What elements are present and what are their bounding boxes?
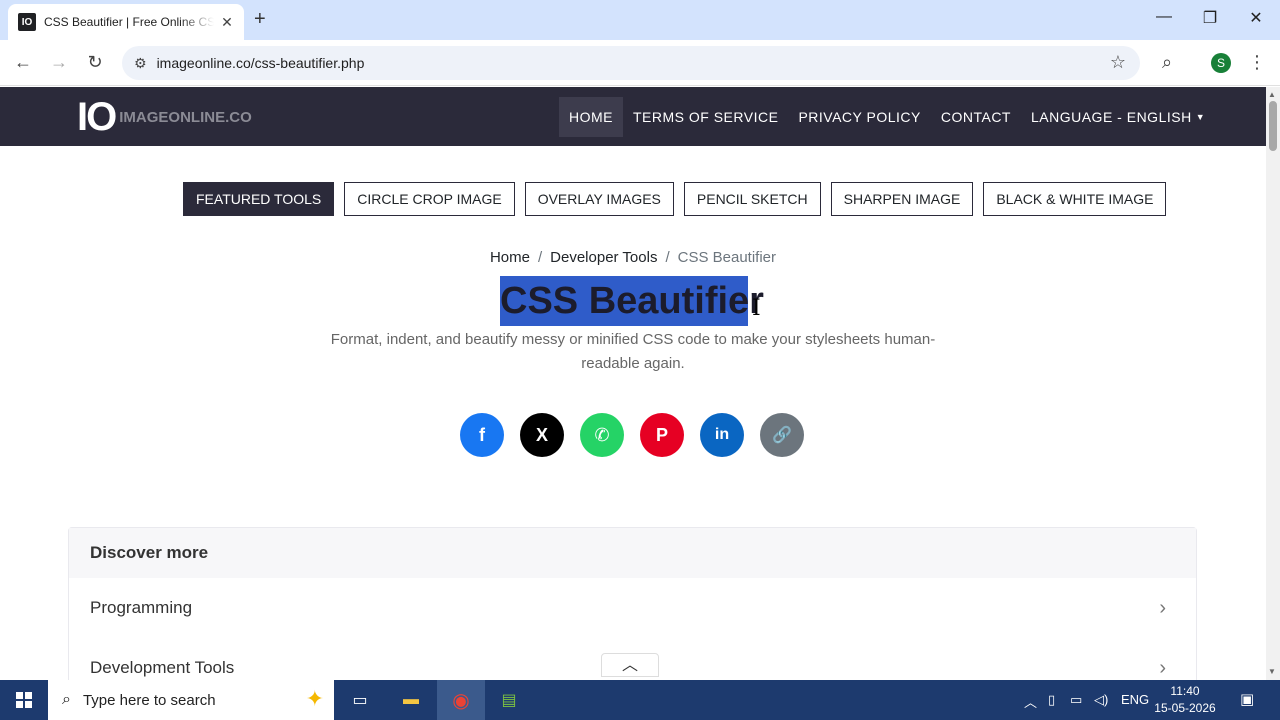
- browser-tab-strip: IO CSS Beautifier | Free Online CSS Beau…: [0, 0, 1280, 40]
- tablet-icon[interactable]: ▯: [1048, 692, 1055, 708]
- task-view-icon[interactable]: ▭: [348, 688, 372, 712]
- browser-menu-icon[interactable]: ⋮: [1246, 52, 1268, 73]
- main-nav: HOME TERMS OF SERVICE PRIVACY POLICY CON…: [559, 97, 1215, 137]
- breadcrumb-developer-tools[interactable]: Developer Tools: [550, 249, 657, 266]
- nav-home[interactable]: HOME: [559, 97, 623, 137]
- breadcrumb: Home / Developer Tools / CSS Beautifier: [0, 249, 1266, 266]
- address-bar[interactable]: ⚙ imageonline.co/css-beautifier.php ☆: [122, 46, 1140, 80]
- discover-item-label: Programming: [90, 598, 193, 617]
- chevron-right-icon: ›: [1159, 656, 1166, 679]
- windows-logo-icon: [16, 692, 32, 708]
- page-title: CSS Beautifier: [500, 280, 764, 322]
- pinterest-icon[interactable]: P: [640, 413, 684, 457]
- overlay-images-button[interactable]: OVERLAY IMAGES: [524, 182, 674, 216]
- whatsapp-icon[interactable]: ✆: [580, 413, 624, 457]
- page-scrollbar[interactable]: ▲ ▼: [1266, 87, 1280, 680]
- profile-avatar[interactable]: S: [1211, 53, 1231, 73]
- site-header: IO IMAGEONLINE.CO HOME TERMS OF SERVICE …: [0, 87, 1266, 146]
- breadcrumb-separator: /: [537, 249, 543, 266]
- start-button[interactable]: [0, 680, 48, 720]
- nav-language[interactable]: LANGUAGE - ENGLISH ▼: [1021, 97, 1215, 137]
- windows-taskbar: ⌕ Type here to search ✦ ▭ ▬ ◉ ▤ ︿ ▯ ▭ ◁)…: [0, 680, 1280, 720]
- share-buttons: f X ✆ P in 🔗: [460, 413, 804, 457]
- clock-time: 11:40: [1170, 684, 1200, 698]
- page-subtitle: Format, indent, and beautify messy or mi…: [330, 331, 936, 372]
- scroll-to-top-button[interactable]: ︿: [601, 653, 659, 677]
- taskbar-search[interactable]: ⌕ Type here to search ✦: [48, 680, 334, 720]
- chevron-right-icon: ›: [1159, 596, 1166, 619]
- forward-icon[interactable]: →: [48, 52, 70, 73]
- breadcrumb-current: CSS Beautifier: [677, 249, 777, 266]
- browser-toolbar: ← → ↻ ⚙ imageonline.co/css-beautifier.ph…: [0, 40, 1280, 86]
- link-icon[interactable]: 🔗: [760, 413, 804, 457]
- logo-text: IMAGEONLINE.CO: [119, 108, 252, 126]
- language-indicator[interactable]: ENG: [1121, 692, 1149, 707]
- pencil-sketch-button[interactable]: PENCIL SKETCH: [683, 182, 821, 216]
- featured-tools-row: FEATURED TOOLS CIRCLE CROP IMAGE OVERLAY…: [183, 182, 1167, 216]
- linkedin-icon[interactable]: in: [700, 413, 744, 457]
- nav-terms[interactable]: TERMS OF SERVICE: [623, 97, 788, 137]
- close-tab-icon[interactable]: ✕: [218, 14, 236, 31]
- window-close-icon[interactable]: ✕: [1246, 8, 1266, 28]
- search-highlight-icon: ✦: [305, 686, 324, 711]
- logo-mark: IO: [77, 95, 117, 139]
- discover-heading: Discover more: [69, 528, 1196, 578]
- back-icon[interactable]: ←: [12, 52, 34, 73]
- sharpen-image-button[interactable]: SHARPEN IMAGE: [830, 182, 974, 216]
- circle-crop-button[interactable]: CIRCLE CROP IMAGE: [344, 182, 515, 216]
- tab-title: CSS Beautifier | Free Online CSS Beautif…: [44, 15, 214, 29]
- breadcrumb-home[interactable]: Home: [490, 249, 530, 266]
- text-cursor-icon: I: [752, 296, 761, 321]
- x-icon[interactable]: X: [520, 413, 564, 457]
- file-explorer-icon[interactable]: ▬: [399, 688, 423, 712]
- site-favicon-icon: IO: [18, 13, 36, 31]
- search-icon: ⌕: [62, 691, 71, 708]
- tray-expand-icon[interactable]: ︿: [1024, 692, 1037, 711]
- site-settings-icon[interactable]: ⚙: [134, 55, 147, 72]
- reload-icon[interactable]: ↻: [84, 52, 106, 73]
- language-label: LANGUAGE - ENGLISH: [1030, 109, 1192, 125]
- caret-down-icon: ▼: [1195, 112, 1206, 122]
- restore-icon[interactable]: ❐: [1200, 8, 1220, 28]
- featured-tools-button[interactable]: FEATURED TOOLS: [183, 182, 335, 216]
- discover-item-programming[interactable]: Programming ›: [69, 578, 1196, 638]
- notepad-app-icon[interactable]: ▤: [497, 688, 521, 712]
- browser-tab[interactable]: IO CSS Beautifier | Free Online CSS Beau…: [8, 4, 244, 40]
- clock-date: 15-05-2026: [1154, 701, 1216, 715]
- scroll-down-arrow-icon[interactable]: ▼: [1268, 667, 1276, 676]
- bookmark-star-icon[interactable]: ☆: [1110, 52, 1126, 73]
- taskbar-clock[interactable]: 11:40 15-05-2026: [1150, 683, 1220, 717]
- site-logo[interactable]: IO IMAGEONLINE.CO: [77, 97, 252, 137]
- new-tab-icon[interactable]: +: [254, 8, 266, 31]
- breadcrumb-separator: /: [665, 249, 670, 266]
- notifications-icon[interactable]: ▣: [1240, 690, 1254, 708]
- nav-privacy[interactable]: PRIVACY POLICY: [788, 97, 930, 137]
- scroll-up-arrow-icon[interactable]: ▲: [1268, 90, 1276, 99]
- taskbar-search-placeholder: Type here to search: [82, 691, 216, 709]
- black-white-button[interactable]: BLACK & WHITE IMAGE: [983, 182, 1167, 216]
- url-text: imageonline.co/css-beautifier.php: [156, 55, 365, 71]
- network-icon[interactable]: ▭: [1070, 692, 1082, 708]
- minimize-icon[interactable]: —: [1154, 8, 1174, 26]
- discover-item-label: Development Tools: [90, 658, 235, 677]
- volume-icon[interactable]: ◁): [1094, 692, 1108, 708]
- lens-search-icon[interactable]: ⌕: [1156, 52, 1178, 73]
- chrome-icon[interactable]: ◉: [449, 688, 473, 712]
- scrollbar-thumb[interactable]: [1269, 101, 1277, 151]
- facebook-icon[interactable]: f: [460, 413, 504, 457]
- nav-contact[interactable]: CONTACT: [931, 97, 1021, 137]
